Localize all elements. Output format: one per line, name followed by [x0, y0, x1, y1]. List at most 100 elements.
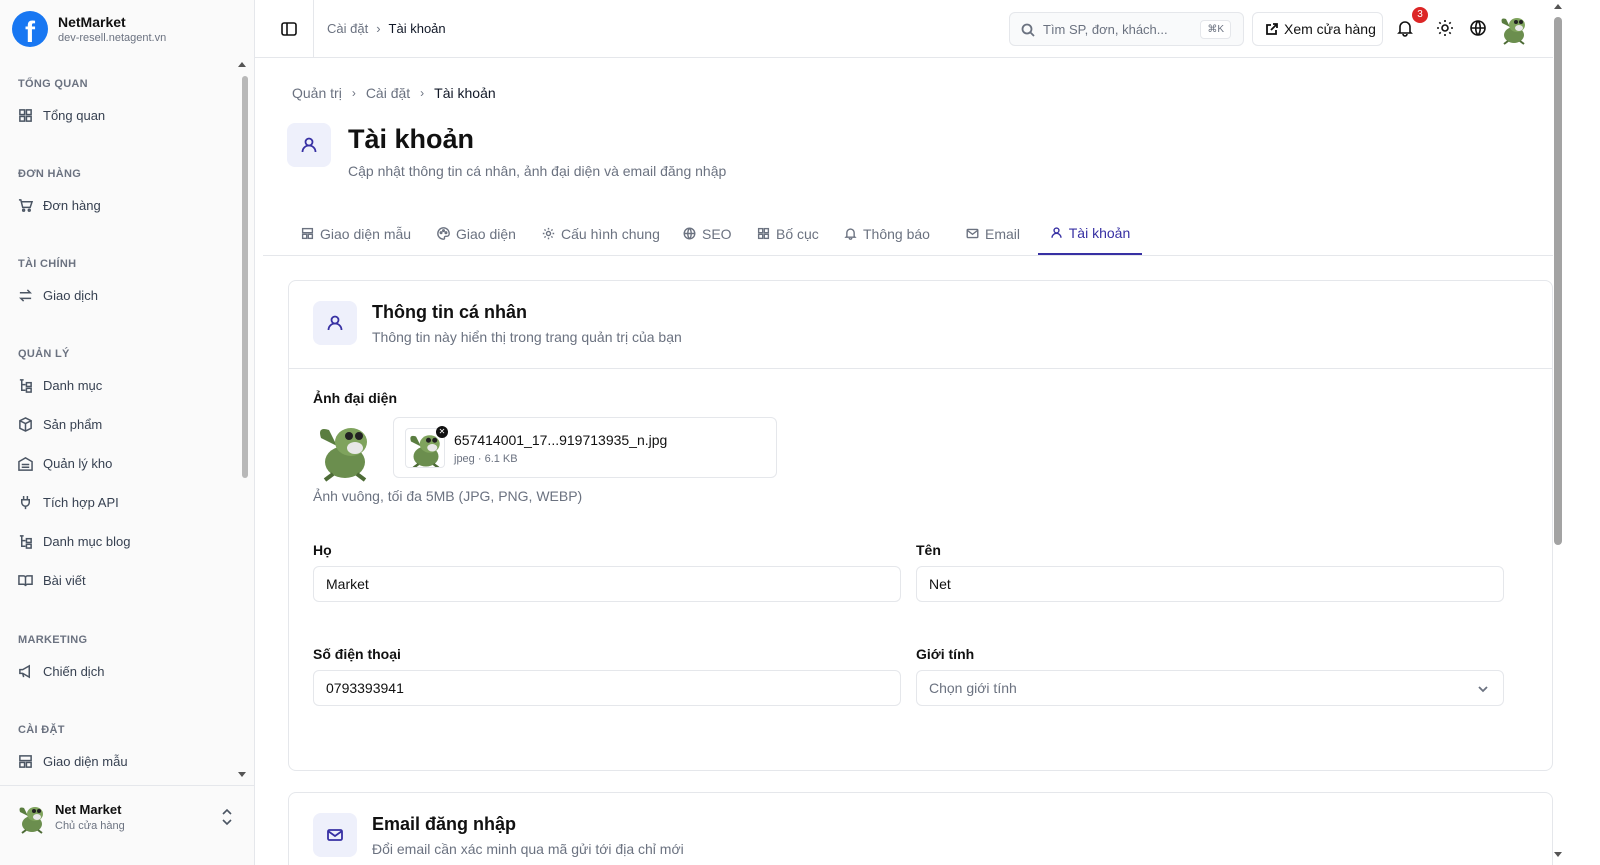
search-input[interactable]: Tìm SP, đơn, khách... ⌘K	[1009, 12, 1244, 46]
nav-section-title: TỔNG QUAN	[18, 78, 88, 90]
nav-section-title: MARKETING	[18, 634, 88, 646]
sidebar-item-templates[interactable]: Giao diện mẫu	[0, 749, 128, 773]
sidebar-item-label: Giao diện mẫu	[43, 753, 128, 769]
breadcrumb-current: Tài khoản	[388, 21, 446, 36]
brand-name: NetMarket	[58, 14, 126, 30]
brand[interactable]: f NetMarket dev-resell.netagent.vn	[12, 11, 167, 49]
last-name-field[interactable]: Market	[313, 566, 901, 602]
nav-section-title: ĐƠN HÀNG	[18, 168, 82, 180]
view-store-label: Xem cửa hàng	[1284, 21, 1376, 37]
email-card: Email đăng nhập Đổi email cần xác minh q…	[288, 792, 1553, 865]
avatar[interactable]	[1498, 13, 1530, 45]
search-shortcut: ⌘K	[1200, 20, 1231, 39]
uploaded-file: ✕ 657414001_17...919713935_n.jpg jpeg · …	[393, 417, 777, 478]
search-placeholder: Tìm SP, đơn, khách...	[1043, 22, 1168, 37]
sidebar-item-products[interactable]: Sản phẩm	[0, 412, 102, 436]
sidebar-scroll-up-arrow[interactable]	[238, 62, 246, 67]
theme-toggle-button[interactable]	[1436, 19, 1456, 39]
gear-icon	[542, 227, 555, 240]
breadcrumb-link[interactable]: Cài đặt	[327, 21, 368, 36]
sidebar-item-label: Quản lý kho	[43, 455, 113, 471]
sidebar-item-api[interactable]: Tích hợp API	[0, 490, 119, 514]
sidebar-nav: TỔNG QUAN Tổng quan ĐƠN HÀNG Đơn hàng TÀ…	[0, 62, 240, 797]
sidebar-item-inventory[interactable]: Quản lý kho	[0, 451, 112, 475]
tab-label: Tài khoản	[1068, 224, 1131, 241]
page-subtitle: Cập nhật thông tin cá nhân, ảnh đại diện…	[348, 163, 727, 179]
notifications-button[interactable]	[1396, 19, 1416, 39]
card-title: Email đăng nhập	[372, 814, 517, 834]
sun-icon	[1437, 20, 1453, 36]
sidebar-item-blog-categories[interactable]: Danh mục blog	[0, 529, 130, 553]
page-scroll-up-arrow[interactable]	[1554, 4, 1562, 9]
search-icon	[1021, 23, 1035, 37]
gender-select[interactable]: Chọn giới tính	[916, 670, 1504, 706]
tab-account[interactable]: Tài khoản	[1038, 212, 1142, 255]
card-icon	[313, 813, 357, 857]
phone-field[interactable]: 0793393941	[313, 670, 901, 706]
tab-label: Bố cục	[776, 225, 819, 242]
tab-label: Thông báo	[863, 225, 930, 242]
card-subtitle: Đổi email cần xác minh qua mã gửi tới đị…	[372, 841, 684, 857]
tree-icon	[19, 378, 32, 393]
remove-file-icon[interactable]: ✕	[436, 426, 448, 438]
bell-icon	[1397, 21, 1413, 37]
sidebar-item-orders[interactable]: Đơn hàng	[0, 193, 101, 217]
sidebar-item-overview[interactable]: Tổng quan	[0, 103, 105, 127]
tab-label: Giao diện	[456, 225, 516, 242]
globe-icon	[683, 227, 696, 240]
sidebar-item-transactions[interactable]: Giao dịch	[0, 283, 98, 307]
breadcrumb-link[interactable]: Quản trị	[292, 85, 342, 101]
sidebar-item-posts[interactable]: Bài viết	[0, 568, 86, 592]
tree-icon	[19, 534, 32, 549]
user-name: Net Market	[55, 802, 122, 817]
tab-label: Cấu hình chung	[561, 225, 660, 242]
view-store-button[interactable]: Xem cửa hàng	[1252, 12, 1383, 46]
file-meta: jpeg · 6.1 KB	[454, 453, 518, 465]
settings-tabs: Giao diện mẫu Giao diện Cấu hình chung S…	[263, 212, 1553, 256]
tab-label: Giao diện mẫu	[320, 225, 412, 242]
avatar-preview[interactable]	[313, 418, 377, 482]
sidebar: f NetMarket dev-resell.netagent.vn TỔNG …	[0, 0, 255, 865]
globe-icon	[1470, 20, 1486, 36]
page-scrollbar[interactable]	[1554, 17, 1562, 545]
tab-appearance[interactable]: Giao diện	[437, 212, 516, 255]
tab-seo[interactable]: SEO	[683, 212, 732, 255]
sidebar-item-campaigns[interactable]: Chiến dịch	[0, 659, 104, 683]
mail-icon	[966, 228, 979, 239]
sidebar-toggle-icon[interactable]	[280, 20, 298, 38]
tab-general-config[interactable]: Cấu hình chung	[542, 212, 660, 255]
page-scroll-down-arrow[interactable]	[1554, 852, 1562, 857]
tab-email[interactable]: Email	[966, 212, 1020, 255]
nav-section-title: CÀI ĐẶT	[18, 724, 65, 736]
palette-icon	[437, 227, 450, 240]
nav-section-title: TÀI CHÍNH	[18, 258, 77, 270]
card-title: Thông tin cá nhân	[372, 302, 527, 322]
template-icon	[301, 227, 314, 240]
profile-card: Thông tin cá nhân Thông tin này hiển thị…	[288, 280, 1553, 771]
tab-notifications[interactable]: Thông báo	[844, 212, 930, 255]
brand-domain: dev-resell.netagent.vn	[58, 32, 167, 44]
page-title-icon	[287, 123, 331, 167]
sidebar-scroll-down-arrow[interactable]	[238, 772, 246, 777]
bell-icon	[844, 228, 857, 240]
language-button[interactable]	[1469, 19, 1489, 39]
phone-label: Số điện thoại	[313, 646, 401, 662]
sidebar-item-label: Tích hợp API	[43, 494, 119, 510]
warehouse-icon	[18, 456, 33, 471]
sidebar-item-categories[interactable]: Danh mục	[0, 373, 102, 397]
sidebar-scrollbar[interactable]	[242, 76, 248, 478]
topbar: Cài đặt › Tài khoản Tìm SP, đơn, khách..…	[255, 0, 1553, 58]
template-icon	[19, 754, 32, 768]
avatar-hint: Ảnh vuông, tối đa 5MB (JPG, PNG, WEBP)	[313, 488, 583, 504]
first-name-field[interactable]: Net	[916, 566, 1504, 602]
user-menu[interactable]: Net Market Chủ cửa hàng	[0, 785, 255, 865]
breadcrumb-link[interactable]: Cài đặt	[366, 85, 410, 101]
tab-templates[interactable]: Giao diện mẫu	[301, 212, 411, 255]
tab-layout[interactable]: Bố cục	[757, 212, 819, 255]
sidebar-item-label: Sản phẩm	[43, 416, 103, 432]
chevron-right-icon: ›	[376, 21, 381, 36]
book-icon	[18, 574, 33, 586]
card-icon	[313, 301, 357, 345]
first-name-label: Tên	[916, 542, 941, 558]
facebook-logo-icon: f	[12, 11, 48, 49]
